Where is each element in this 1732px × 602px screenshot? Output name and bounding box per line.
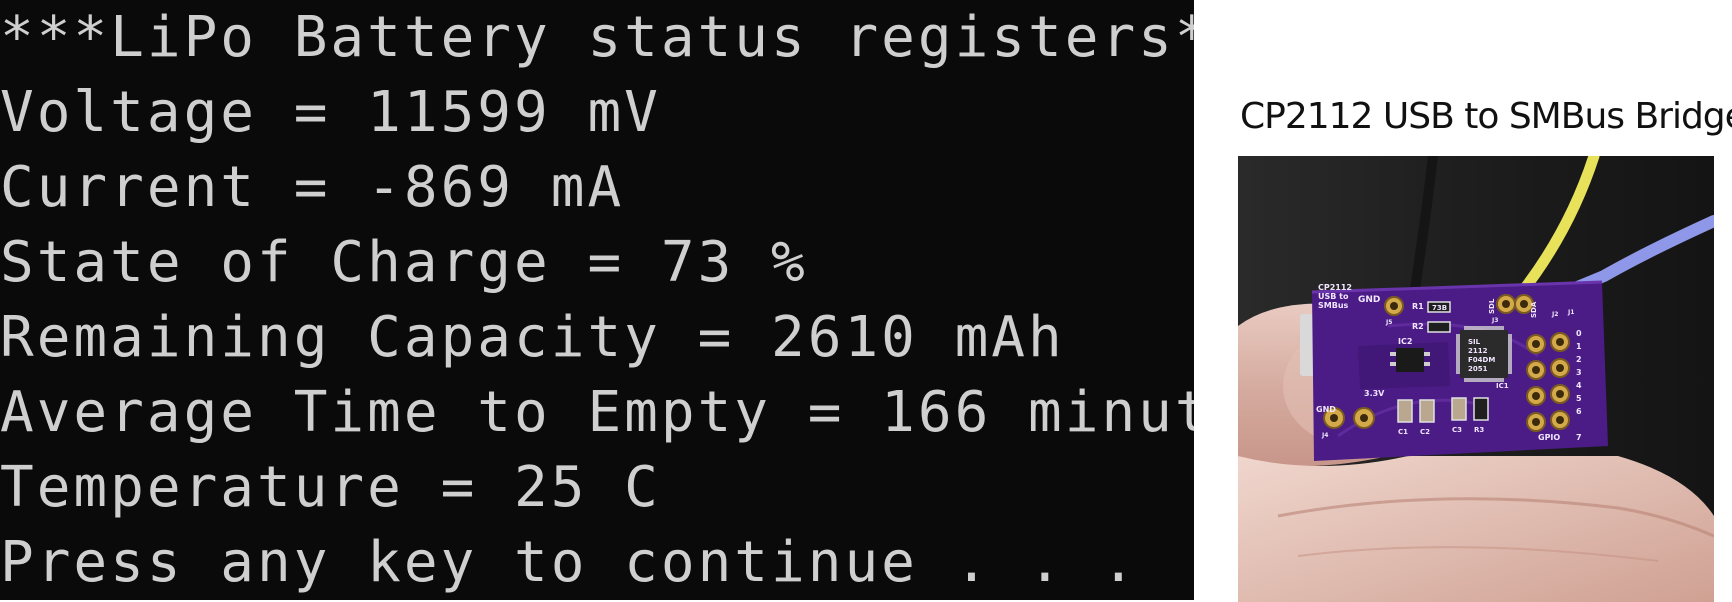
bridge-board-photo: SIL 2112 F04DM 2051 73B CP2112 USB to SM…: [1238, 156, 1714, 602]
gpio-pin-5: 5: [1576, 394, 1582, 403]
j1-label: J1: [1567, 309, 1574, 316]
gpio-pin-7: 7: [1576, 433, 1582, 442]
c3-label: C3: [1452, 426, 1462, 434]
gnd-top-label: GND: [1358, 295, 1380, 305]
gpio-pin-2: 2: [1576, 355, 1582, 364]
gpio-label: GPIO: [1538, 433, 1560, 442]
temperature-line: Temperature = 25 C: [0, 455, 661, 520]
ic2-chip: [1390, 348, 1430, 372]
chip-marking-4: 2051: [1468, 365, 1488, 373]
press-any-key-prompt: Press any key to continue . . .: [0, 530, 1139, 595]
chip-marking-1: SIL: [1468, 338, 1481, 346]
photo-title: CP2112 USB to SMBus Bridge: [1240, 96, 1732, 137]
gnd-bottom-label: GND: [1316, 405, 1336, 414]
chip-marking-3: F04DM: [1468, 356, 1495, 364]
ic1-chip: SIL 2112 F04DM 2051: [1456, 326, 1512, 382]
gpio-pin-1: 1: [1576, 342, 1582, 351]
usb-connector: [1300, 314, 1314, 376]
v33-label: 3.3V: [1364, 389, 1385, 398]
sda-label: SDA: [1530, 301, 1538, 318]
resistor-marking: 73B: [1432, 304, 1447, 312]
r3-label: R3: [1474, 426, 1484, 434]
j5-label: J5: [1385, 319, 1392, 326]
r1-label: R1: [1412, 302, 1424, 311]
j4-label: J4: [1321, 432, 1328, 439]
gpio-pin-6: 6: [1576, 407, 1582, 416]
r2-label: R2: [1412, 322, 1424, 331]
j2-label: J2: [1551, 311, 1558, 318]
c2-label: C2: [1420, 428, 1430, 436]
remaining-capacity-line: Remaining Capacity = 2610 mAh: [0, 305, 1065, 370]
console-window: ***LiPo Battery status registers*** Volt…: [0, 0, 1194, 600]
board-illustration: SIL 2112 F04DM 2051 73B CP2112 USB to SM…: [1238, 156, 1714, 602]
board-name-line-2: USB to: [1318, 292, 1349, 301]
sdl-label: SDL: [1488, 298, 1496, 314]
c1-label: C1: [1398, 428, 1408, 436]
screenshot-root: ***LiPo Battery status registers*** Volt…: [0, 0, 1732, 602]
voltage-line: Voltage = 11599 mV: [0, 80, 661, 145]
console-header-line: ***LiPo Battery status registers***: [0, 5, 1194, 70]
board-name-line-3: SMBus: [1318, 301, 1349, 310]
current-line: Current = -869 mA: [0, 155, 625, 220]
j3-label: J3: [1491, 317, 1498, 324]
gpio-pin-3: 3: [1576, 368, 1582, 377]
gpio-pin-4: 4: [1576, 381, 1582, 390]
ic1-label: IC1: [1496, 382, 1509, 390]
state-of-charge-line: State of Charge = 73 %: [0, 230, 808, 295]
time-to-empty-line: Average Time to Empty = 166 minutes: [0, 380, 1194, 445]
ic2-label: IC2: [1398, 337, 1412, 346]
board-name-line-1: CP2112: [1318, 283, 1352, 292]
gpio-pin-0: 0: [1576, 329, 1582, 338]
chip-marking-2: 2112: [1468, 347, 1488, 355]
